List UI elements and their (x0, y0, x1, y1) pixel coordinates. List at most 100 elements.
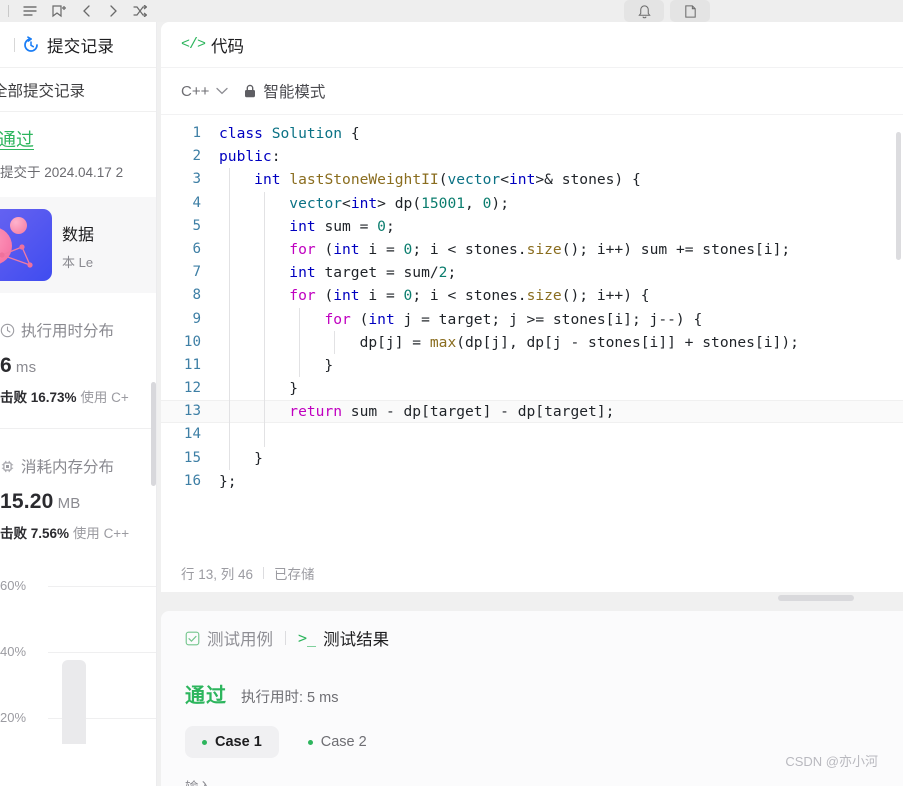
indent-guide (229, 261, 230, 285)
case-chip-2[interactable]: Case 2 (291, 726, 384, 758)
code-line[interactable]: 13 return sum - dp[target] - dp[target]; (161, 400, 903, 424)
code-line-content: for (int i = 0; i < stones.size(); i++) … (219, 284, 903, 308)
list-icon[interactable] (23, 5, 37, 17)
code-line[interactable]: 14 (161, 423, 903, 447)
tab-test-results[interactable]: >_ 测试结果 (298, 626, 389, 650)
code-line-content: }; (219, 472, 237, 490)
indent-guide (264, 237, 265, 262)
memory-beat-prefix: 击败 (0, 526, 27, 541)
indent-guide (264, 191, 265, 215)
smart-mode-toggle[interactable]: 智能模式 (244, 80, 325, 102)
indent-guide (264, 377, 265, 401)
memory-distribution-chart: 60% 40% 20% (0, 564, 157, 744)
runtime-unit: ms (15, 359, 37, 376)
left-panel-edge (156, 22, 157, 786)
checkbox-icon (185, 631, 200, 646)
language-selector[interactable]: C++ (181, 83, 229, 100)
submission-panel-header: 提交记录 (0, 22, 157, 68)
bell-icon[interactable] (624, 0, 664, 22)
promo-card[interactable]: 数据 本 Le (0, 197, 157, 293)
code-horizontal-scrollbar-track[interactable] (161, 592, 903, 604)
runtime-beat-prefix: 击败 (0, 390, 27, 405)
code-brackets-icon: </> (181, 36, 206, 53)
code-line[interactable]: 12 } (161, 377, 903, 401)
next-chevron-icon[interactable] (107, 5, 119, 17)
indent-guide (299, 330, 300, 354)
case-status-dot (307, 739, 313, 745)
indent-guide (264, 400, 265, 424)
line-number: 7 (192, 264, 201, 281)
code-line-content: } (219, 446, 903, 470)
memory-section-title: 消耗内存分布 (21, 459, 115, 476)
code-line-content: vector<int> dp(15001, 0); (219, 191, 903, 215)
terminal-icon: >_ (298, 629, 317, 647)
prev-chevron-icon[interactable] (81, 5, 93, 17)
line-number: 10 (183, 333, 201, 350)
chart-ytick-20: 20% (0, 710, 27, 725)
code-line[interactable]: 3 int lastStoneWeightII(vector<int>& sto… (161, 168, 903, 192)
case-chip-1[interactable]: Case 1 (185, 726, 279, 758)
code-line[interactable]: 10 dp[j] = max(dp[j], dp[j - stones[i]] … (161, 330, 903, 354)
runtime-section-title: 执行用时分布 (21, 323, 115, 340)
code-line[interactable]: 11 } (161, 353, 903, 378)
submission-verdict-block: 通过 提交于 2024.04.17 2 (0, 112, 157, 181)
indent-guide (299, 307, 300, 331)
chart-bar (62, 660, 86, 744)
code-status-bar: 行 13, 列 46 已存储 (161, 554, 903, 592)
result-verdict: 通过 (185, 685, 227, 707)
chevron-down-icon (216, 87, 229, 95)
indent-guide (229, 353, 230, 378)
code-horizontal-scrollbar-thumb[interactable] (778, 595, 854, 601)
code-line[interactable]: 6 for (int i = 0; i < stones.size(); i++… (161, 237, 903, 262)
runtime-beat-line: 击败 16.73% 使用 C+ (0, 386, 157, 406)
bookmark-icon[interactable] (51, 4, 67, 18)
code-line[interactable]: 15 } (161, 446, 903, 470)
chip-icon (0, 459, 15, 474)
code-line[interactable]: 8 for (int i = 0; i < stones.size(); i++… (161, 284, 903, 308)
runtime-beat-percent: 16.73% (30, 390, 77, 405)
code-line[interactable]: 4 vector<int> dp(15001, 0); (161, 191, 903, 215)
runtime-value: 6 (0, 354, 12, 377)
smart-mode-label: 智能模式 (263, 84, 326, 101)
code-line-content: int sum = 0; (219, 214, 903, 238)
indent-guide (229, 307, 230, 331)
chart-ytick-40: 40% (0, 644, 27, 659)
submission-panel-title: 提交记录 (47, 37, 115, 56)
code-line[interactable]: 1 class Solution { (161, 122, 903, 145)
status-divider (263, 567, 265, 579)
code-line[interactable]: 9 for (int j = target; j >= stones[i]; j… (161, 307, 903, 331)
line-number: 9 (192, 310, 201, 327)
tab-test-cases[interactable]: 测试用例 (185, 626, 273, 650)
indent-guide (229, 191, 230, 215)
note-icon[interactable] (670, 0, 710, 22)
submission-detail-panel: 提交记录 全部提交记录 通过 提交于 2024.04.17 2 数据 本 Le … (0, 22, 157, 786)
saved-status: 已存储 (274, 567, 315, 582)
clock-icon (0, 323, 15, 338)
line-number: 5 (192, 217, 201, 234)
code-card: </> 代码 C++ 智能模式 1 class Solution {2 publ… (161, 22, 903, 592)
all-submissions-label: 全部提交记录 (0, 82, 86, 100)
code-line-content: public: (219, 148, 281, 166)
code-vertical-scrollbar[interactable] (896, 132, 901, 260)
memory-value-row: 15.20 MB (0, 490, 157, 514)
all-submissions-link[interactable]: 全部提交记录 (0, 68, 157, 112)
indent-guide (264, 330, 265, 354)
line-number: 1 (192, 125, 201, 141)
code-line-content: return sum - dp[target] - dp[target]; (219, 400, 903, 424)
code-line[interactable]: 2 public: (161, 145, 903, 168)
indent-guide (229, 214, 230, 238)
code-editor[interactable]: 1 class Solution {2 public: 3 int lastStone… (161, 115, 903, 554)
shuffle-icon[interactable] (133, 5, 147, 17)
memory-beat-line: 击败 7.56% 使用 C++ (0, 522, 157, 542)
history-icon (22, 35, 40, 54)
toolbar-divider (8, 5, 9, 17)
line-number: 4 (192, 194, 201, 211)
indent-guide (229, 446, 230, 470)
indent-guide (229, 284, 230, 308)
indent-guide (229, 400, 230, 424)
code-line[interactable]: 5 int sum = 0; (161, 214, 903, 238)
line-number: 12 (183, 380, 201, 397)
indent-guide (264, 261, 265, 285)
code-line[interactable]: 7 int target = sum/2; (161, 261, 903, 285)
code-line[interactable]: 16}; (161, 470, 903, 493)
